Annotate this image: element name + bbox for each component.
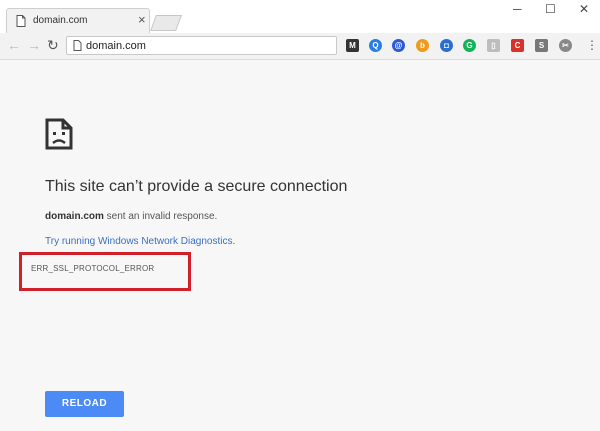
tab-title: domain.com bbox=[33, 15, 88, 26]
toolbar: ← → ↻ domain.com M Q @ b ◘ G ▯ C S ✂ ⋮ bbox=[0, 33, 600, 60]
at-extension-icon[interactable]: @ bbox=[392, 39, 405, 52]
clip-extension-icon[interactable]: ▯ bbox=[487, 39, 500, 52]
title-bar: domain.com × ─ ☐ ✕ bbox=[0, 0, 600, 33]
minimize-icon[interactable]: ─ bbox=[513, 3, 522, 15]
red-extension-icon[interactable]: C bbox=[511, 39, 524, 52]
close-window-icon[interactable]: ✕ bbox=[579, 3, 589, 15]
q-extension-icon[interactable]: Q bbox=[369, 39, 382, 52]
forward-icon[interactable]: → bbox=[27, 38, 41, 52]
address-bar[interactable]: domain.com bbox=[66, 36, 337, 55]
tab-close-icon[interactable]: × bbox=[138, 12, 146, 28]
menu-icon[interactable]: ⋮ bbox=[586, 39, 598, 51]
error-code: ERR_SSL_PROTOCOL_ERROR bbox=[31, 264, 155, 273]
b-extension-icon[interactable]: b bbox=[416, 39, 429, 52]
sad-page-icon bbox=[45, 118, 73, 150]
s-extension-icon[interactable]: S bbox=[535, 39, 548, 52]
camera-extension-icon[interactable]: ◘ bbox=[440, 39, 453, 52]
reload-icon[interactable]: ↻ bbox=[47, 38, 59, 52]
error-heading: This site can’t provide a secure connect… bbox=[45, 178, 348, 195]
maximize-icon[interactable]: ☐ bbox=[545, 3, 556, 15]
page-icon bbox=[73, 40, 82, 51]
scissors-extension-icon[interactable]: ✂ bbox=[559, 39, 572, 52]
grammarly-extension-icon[interactable]: G bbox=[463, 39, 476, 52]
error-message: domain.com sent an invalid response. bbox=[45, 211, 217, 222]
reload-button[interactable]: RELOAD bbox=[45, 391, 124, 417]
m-extension-icon[interactable]: M bbox=[346, 39, 359, 52]
page-icon bbox=[16, 15, 26, 27]
url-text: domain.com bbox=[86, 40, 146, 52]
browser-tab[interactable]: domain.com × bbox=[6, 8, 150, 33]
error-domain: domain.com bbox=[45, 211, 104, 222]
back-icon[interactable]: ← bbox=[7, 38, 21, 52]
diagnostics-link[interactable]: Try running Windows Network Diagnostics. bbox=[45, 236, 235, 247]
new-tab-button[interactable] bbox=[150, 15, 182, 31]
error-message-text: sent an invalid response. bbox=[103, 211, 218, 222]
